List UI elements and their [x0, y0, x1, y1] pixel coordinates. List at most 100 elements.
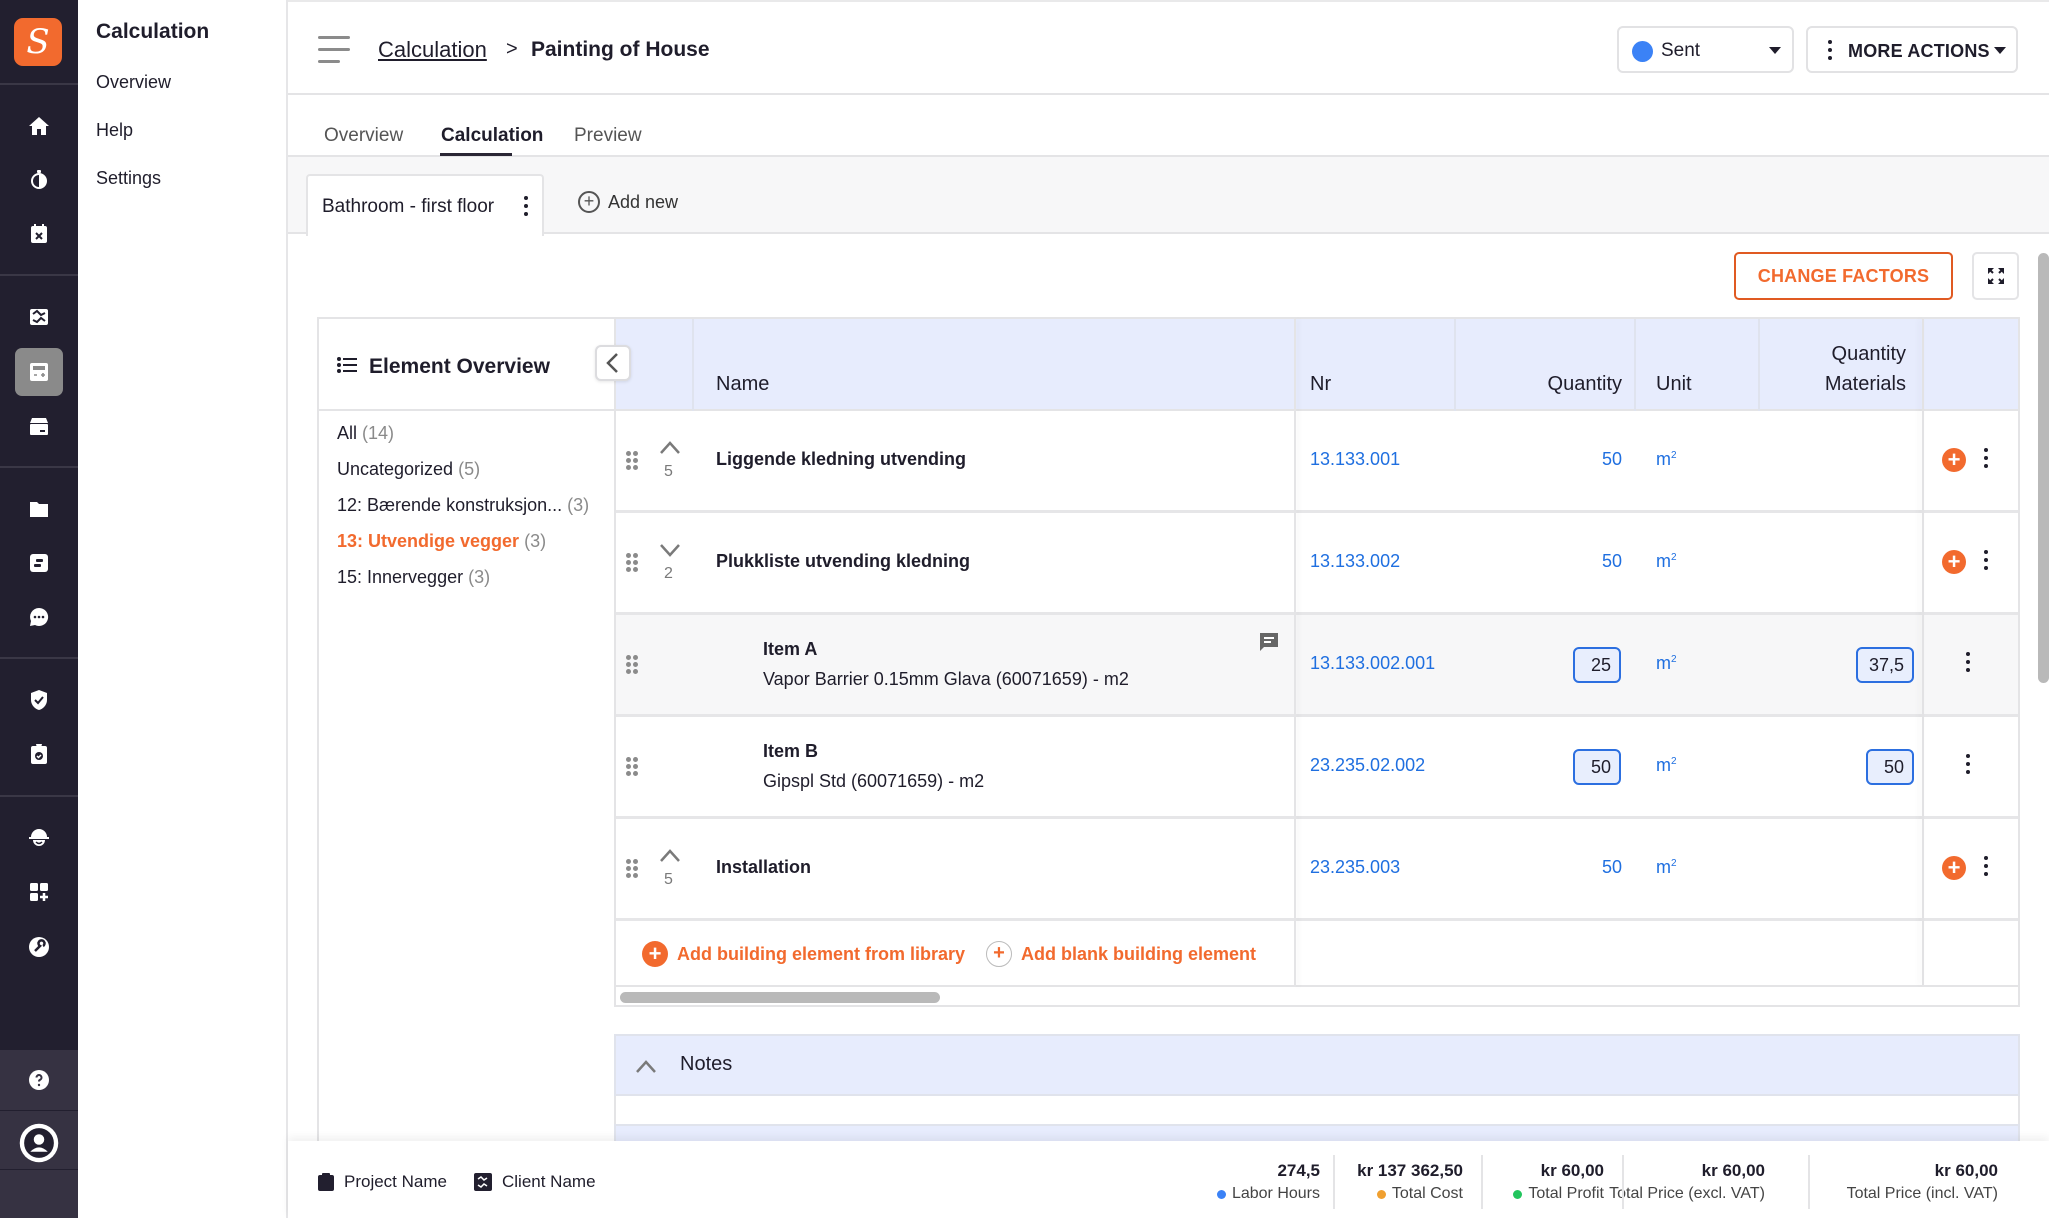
unit-value[interactable]: m2 [1656, 857, 1677, 878]
element-number-link[interactable]: 13.133.001 [1310, 449, 1400, 470]
column-header-qty-materials-1[interactable]: Quantity [1776, 343, 1906, 366]
tab-preview[interactable]: Preview [574, 125, 642, 147]
subnav-item-help[interactable]: Help [96, 120, 133, 141]
chevron-down-icon [1994, 47, 2006, 54]
item-row[interactable]: Item A Vapor Barrier 0.15mm Glava (600716… [616, 615, 2018, 717]
column-header-quantity[interactable]: Quantity [1522, 373, 1622, 396]
subnav-item-settings[interactable]: Settings [96, 168, 161, 189]
timer-icon[interactable] [20, 161, 58, 199]
chevron-up-icon[interactable] [658, 847, 682, 863]
handshake-icon[interactable] [20, 298, 58, 336]
quantity-value[interactable]: 50 [1522, 551, 1622, 572]
unit-value[interactable]: m2 [1656, 755, 1677, 776]
breadcrumb-calculation[interactable]: Calculation [378, 37, 487, 63]
folder-icon[interactable] [20, 490, 58, 528]
item-name[interactable]: Item A [763, 639, 817, 660]
column-header-name[interactable]: Name [716, 373, 769, 396]
element-row[interactable]: 2 Plukkliste utvending kledning 50 +13.133.… [616, 513, 2018, 615]
chevron-up-icon[interactable] [658, 439, 682, 455]
drag-handle-icon[interactable] [626, 655, 638, 675]
drag-handle-icon[interactable] [626, 757, 638, 777]
add-item-icon[interactable]: + [1942, 856, 1966, 880]
element-name[interactable]: Plukkliste utvending kledning [716, 551, 970, 572]
add-from-library-button[interactable]: + Add building element from library [642, 941, 965, 967]
clipboard-check-icon[interactable] [20, 735, 58, 773]
row-menu-icon[interactable] [1966, 754, 1970, 778]
status-dropdown[interactable]: Sent [1617, 26, 1794, 73]
menu-toggle-icon[interactable] [318, 36, 350, 64]
unit-value[interactable]: m2 [1656, 653, 1677, 674]
item-name[interactable]: Item B [763, 741, 818, 762]
drag-handle-icon[interactable] [626, 859, 638, 879]
help-icon[interactable] [20, 1061, 58, 1099]
element-name[interactable]: Installation [716, 857, 811, 878]
add-new-section-button[interactable]: + Add new [578, 191, 678, 213]
column-header-nr[interactable]: Nr [1310, 373, 1331, 396]
quantity-input[interactable]: 25 [1573, 647, 1621, 683]
app-logo[interactable]: S [14, 18, 62, 66]
subnav-item-overview[interactable]: Overview [96, 72, 171, 93]
tab-calculation[interactable]: Calculation [441, 125, 543, 147]
collapse-overview-button[interactable] [595, 345, 631, 381]
secondary-nav: Calculation Overview Help Settings [78, 0, 288, 1218]
board-icon[interactable] [20, 544, 58, 582]
chat-icon[interactable] [20, 598, 58, 636]
fullscreen-button[interactable] [1972, 252, 2019, 300]
chevron-down-icon[interactable] [658, 541, 682, 557]
quantity-input[interactable]: 50 [1573, 749, 1621, 785]
element-number-link[interactable]: 23.235.003 [1310, 857, 1400, 878]
element-row[interactable]: 5 Installation 50 +23.235.003 m2 [616, 819, 2018, 921]
overview-item-12[interactable]: 12: Bærende konstruksjon... (3) [337, 495, 589, 516]
page-scrollbar[interactable] [2038, 253, 2049, 683]
client-name-link[interactable]: Client Name [474, 1172, 596, 1192]
row-menu-icon[interactable] [1984, 448, 1988, 472]
calculator-icon[interactable] [15, 348, 63, 396]
quantity-materials-input[interactable]: 50 [1866, 749, 1914, 785]
element-number-link[interactable]: 13.133.002 [1310, 551, 1400, 572]
element-row[interactable]: 5 Liggende kledning utvending 50 +13.133.00… [616, 411, 2018, 513]
quantity-value[interactable]: 50 [1522, 449, 1622, 470]
change-factors-button[interactable]: CHANGE FACTORS [1734, 252, 1953, 300]
row-menu-icon[interactable] [1984, 856, 1988, 880]
row-menu-icon[interactable] [1984, 550, 1988, 574]
drag-handle-icon[interactable] [626, 451, 638, 471]
shield-check-icon[interactable] [20, 681, 58, 719]
calendar-cancel-icon[interactable] [20, 215, 58, 253]
notes-section-toggle[interactable]: Notes [614, 1034, 2020, 1096]
unit-value[interactable]: m2 [1656, 551, 1677, 572]
overview-item-all[interactable]: All (14) [337, 423, 394, 444]
comment-icon[interactable] [1258, 631, 1280, 653]
element-number-link[interactable]: 23.235.02.002 [1310, 755, 1425, 776]
element-number-link[interactable]: 13.133.002.001 [1310, 653, 1435, 674]
project-name-link[interactable]: Project Name [318, 1172, 447, 1192]
column-header-qty-materials-2[interactable]: Materials [1776, 373, 1906, 396]
more-actions-button[interactable]: MORE ACTIONS [1806, 26, 2018, 73]
drag-handle-icon[interactable] [626, 553, 638, 573]
box-icon[interactable] [20, 407, 58, 445]
overview-item-uncategorized[interactable]: Uncategorized (5) [337, 459, 480, 480]
add-item-icon[interactable]: + [1942, 448, 1966, 472]
overview-item-15[interactable]: 15: Innervegger (3) [337, 567, 490, 588]
add-item-icon[interactable]: + [1942, 550, 1966, 574]
quantity-materials-input[interactable]: 37,5 [1856, 647, 1914, 683]
add-blank-element-button[interactable]: + Add blank building element [986, 941, 1256, 967]
worker-helmet-icon[interactable] [20, 819, 58, 857]
home-icon[interactable] [20, 107, 58, 145]
overview-item-13[interactable]: 13: Utvendige vegger (3) [337, 531, 546, 552]
legend-dot [1376, 1189, 1386, 1199]
breadcrumb-current: Painting of House [531, 38, 710, 61]
column-header-unit[interactable]: Unit [1656, 373, 1692, 396]
table-horizontal-scrollbar[interactable] [620, 992, 940, 1003]
wrench-icon[interactable] [20, 928, 58, 966]
row-menu-icon[interactable] [1966, 652, 1970, 676]
tab-overview[interactable]: Overview [324, 125, 403, 147]
user-account-icon[interactable] [17, 1121, 61, 1165]
stat-divider [1808, 1155, 1810, 1209]
add-widget-icon[interactable] [20, 873, 58, 911]
unit-value[interactable]: m2 [1656, 449, 1677, 470]
section-tab-menu-icon[interactable] [524, 196, 528, 220]
item-row[interactable]: Item B Gipspl Std (60071659) - m2 50 50 23.2… [616, 717, 2018, 819]
quantity-value[interactable]: 50 [1522, 857, 1622, 878]
element-name[interactable]: Liggende kledning utvending [716, 449, 966, 470]
section-tab-bathroom[interactable]: Bathroom - first floor [306, 174, 544, 236]
